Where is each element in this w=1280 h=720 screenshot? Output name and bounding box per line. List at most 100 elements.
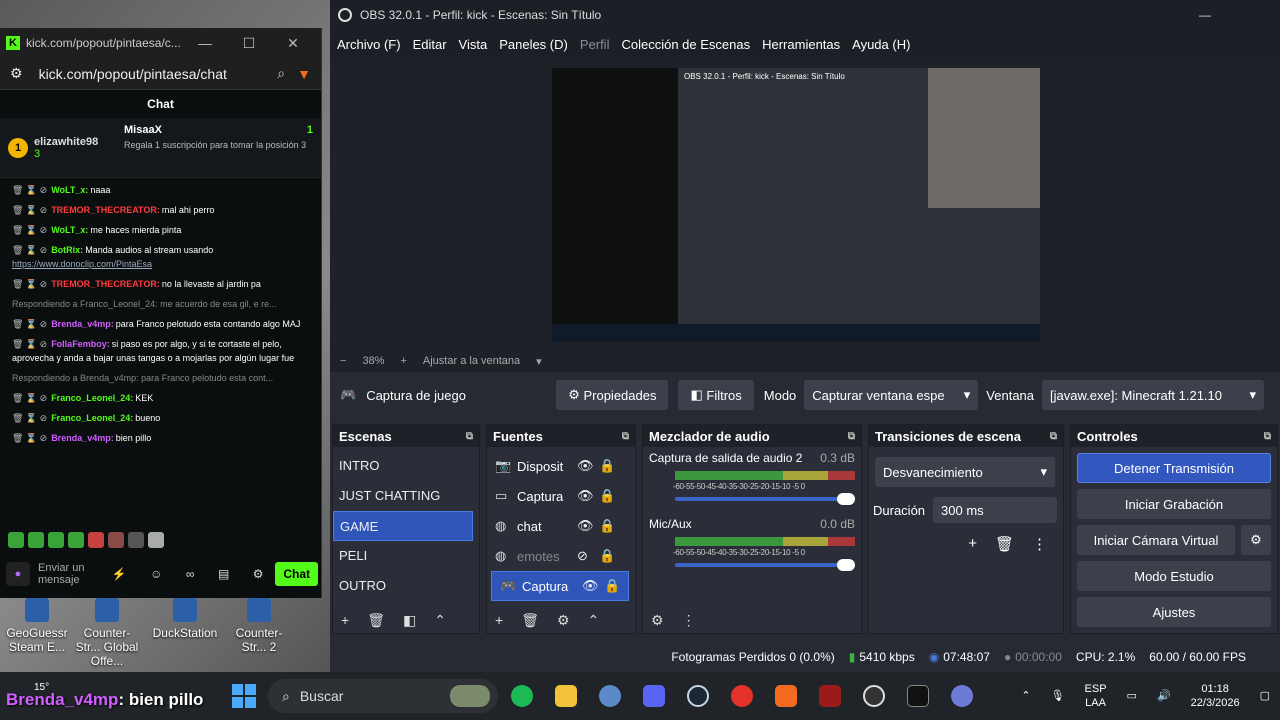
chat-username[interactable]: TREMOR_THECREATOR: (51, 279, 160, 289)
scene-item[interactable]: INTRO (333, 451, 479, 481)
desktop-icon-csgo[interactable]: Counter-Str... Global Offe... (74, 596, 140, 676)
delete-icon[interactable]: 🗑 ⌛ ⊘ (12, 393, 47, 403)
desktop-icon-cs2[interactable]: Counter-Str... 2 (226, 596, 292, 676)
delete-icon[interactable]: 🗑 ⌛ ⊘ (12, 279, 47, 289)
infinity-icon[interactable]: ∞ (186, 567, 195, 581)
eye-hidden-icon[interactable]: ⊘ (577, 548, 599, 564)
emote-icon[interactable] (148, 532, 164, 548)
popout-icon[interactable]: ⧉ (1050, 431, 1057, 442)
scene-item[interactable]: PELI (333, 541, 479, 571)
popout-icon[interactable]: ⧉ (848, 431, 855, 442)
microphone-icon[interactable]: ● (6, 562, 30, 586)
start-virtual-camera-button[interactable]: Iniciar Cámara Virtual (1077, 525, 1235, 555)
audio-settings-icon[interactable]: ⚙ (651, 612, 664, 629)
properties-button[interactable]: ⚙ Propiedades (556, 380, 669, 410)
minimize-icon[interactable]: — (183, 35, 227, 51)
delete-icon[interactable]: 🗑 ⌛ ⊘ (12, 245, 47, 255)
delete-icon[interactable]: 🗑 ⌛ ⊘ (12, 319, 47, 329)
transition-select[interactable]: Desvanecimiento ▾ (875, 457, 1055, 487)
settings-icon[interactable]: ⚙ (253, 567, 264, 581)
eye-icon[interactable]: 👁 (577, 458, 599, 474)
chevron-up-icon[interactable]: ⌃ (588, 612, 600, 629)
chevron-up-icon[interactable]: ⌃ (1021, 689, 1030, 703)
delete-icon[interactable]: 🗑 ⌛ ⊘ (12, 205, 47, 215)
lock-icon[interactable]: 🔒 (599, 518, 617, 534)
speaker-icon[interactable]: 🔊 (1157, 689, 1171, 703)
desktop-icon-duckstation[interactable]: DuckStation (152, 596, 218, 676)
lock-icon[interactable]: 🔒 (599, 548, 617, 564)
menu-archivo[interactable]: Archivo (F) (337, 37, 401, 52)
trash-icon[interactable]: 🗑 (521, 612, 539, 629)
fit-window[interactable]: Ajustar a la ventana (423, 355, 520, 367)
emote-icon[interactable] (8, 532, 24, 548)
add-icon[interactable]: + (341, 612, 349, 628)
scene-item[interactable]: JUST CHATTING (333, 481, 479, 511)
delete-icon[interactable]: 🗑 ⌛ ⊘ (12, 225, 47, 235)
trash-icon[interactable]: 🗑 (367, 612, 385, 629)
add-icon[interactable]: + (968, 535, 977, 553)
source-item[interactable]: 📷 Disposit 👁 🔒 (487, 451, 635, 481)
add-icon[interactable]: + (495, 612, 503, 628)
eye-icon[interactable]: 👁 (577, 518, 599, 534)
emote-icon[interactable] (108, 532, 124, 548)
file-explorer-icon[interactable] (544, 682, 588, 710)
voicemeeter-icon[interactable] (808, 682, 852, 710)
source-item-active[interactable]: 🎮 Captura 👁 🔒 (491, 571, 629, 601)
delete-icon[interactable]: 🗑 ⌛ ⊘ (12, 185, 47, 195)
chat-input[interactable]: Enviar un mensaje (38, 562, 100, 586)
lock-icon[interactable]: 🔒 (599, 458, 617, 474)
lock-icon[interactable]: 🔒 (599, 488, 617, 504)
duration-input[interactable]: 300 ms (933, 497, 1057, 523)
window-select[interactable]: [javaw.exe]: Minecraft 1.21.10 ▾ (1042, 380, 1265, 410)
maximize-icon[interactable]: ☐ (227, 35, 271, 52)
preview-area[interactable]: OBS 32.0.1 - Perfil: kick - Escenas: Sin… (330, 58, 1280, 350)
menu-vista[interactable]: Vista (459, 37, 488, 52)
source-item[interactable]: ▭ Captura 👁 🔒 (487, 481, 635, 511)
emote-icon[interactable] (128, 532, 144, 548)
chat-username[interactable]: WoLT_x: (51, 185, 88, 195)
menu-editar[interactable]: Editar (413, 37, 447, 52)
mode-select[interactable]: Capturar ventana espe ▾ (804, 380, 979, 410)
clock[interactable]: 01:18 22/3/2026 (1191, 682, 1240, 710)
emote-icon[interactable] (48, 532, 64, 548)
settings-button[interactable]: Ajustes (1077, 597, 1271, 627)
network-icon[interactable]: ▭ (1127, 689, 1137, 703)
ea-icon[interactable] (720, 682, 764, 710)
chat-link[interactable]: https://www.donoclip.com/PintaEsa (12, 259, 152, 269)
delete-icon[interactable]: 🗑 ⌛ ⊘ (12, 433, 47, 443)
zoom-in-icon[interactable]: + (400, 355, 406, 367)
notification-icon[interactable]: ▢ (1260, 689, 1270, 703)
delete-icon[interactable]: 🗑 ⌛ ⊘ (12, 339, 47, 349)
delete-icon[interactable]: 🗑 ⌛ ⊘ (12, 413, 47, 423)
microphone-icon[interactable]: 🎙 (1051, 689, 1065, 703)
misc-app-icon[interactable] (940, 682, 984, 710)
menu-coleccion[interactable]: Colección de Escenas (621, 37, 750, 52)
more-icon[interactable]: ⋮ (682, 612, 696, 629)
spotify-icon[interactable] (500, 682, 544, 710)
scene-item[interactable]: OUTRO (333, 571, 479, 601)
gift-entry-2[interactable]: MisaaX 1 Regala 1 suscripción para tomar … (118, 124, 313, 171)
close-icon[interactable]: ✕ (271, 35, 315, 52)
brave-shield-icon[interactable]: ▼ (297, 66, 311, 82)
language-indicator[interactable]: ESP LAA (1085, 682, 1107, 710)
studio-mode-button[interactable]: Modo Estudio (1077, 561, 1271, 591)
discord-icon[interactable] (632, 682, 676, 710)
menu-paneles[interactable]: Paneles (D) (499, 37, 568, 52)
filters-button[interactable]: ◧ Filtros (678, 380, 754, 410)
taskbar-search[interactable]: ⌕ Buscar (268, 679, 498, 713)
site-settings-icon[interactable]: ⚙ (10, 65, 23, 82)
chat-username[interactable]: Franco_Leonel_24: (51, 413, 133, 423)
popout-icon[interactable]: ⧉ (466, 431, 473, 442)
chevron-up-icon[interactable]: ⌃ (434, 612, 446, 629)
source-item[interactable]: ◍ chat 👁 🔒 (487, 511, 635, 541)
zoom-icon[interactable]: ⌕ (277, 65, 285, 82)
chat-username[interactable]: FollaFemboy: (51, 339, 110, 349)
chat-username[interactable]: Brenda_v4mp: (51, 433, 114, 443)
start-recording-button[interactable]: Iniciar Grabación (1077, 489, 1271, 519)
store-icon[interactable]: ▤ (218, 567, 229, 581)
more-icon[interactable]: ⋮ (1032, 535, 1047, 553)
popout-icon[interactable]: ⧉ (1264, 431, 1271, 442)
gear-icon[interactable]: ⚙ (1241, 525, 1271, 555)
filter-icon[interactable]: ◧ (403, 612, 416, 629)
epic-games-icon[interactable] (896, 682, 940, 710)
